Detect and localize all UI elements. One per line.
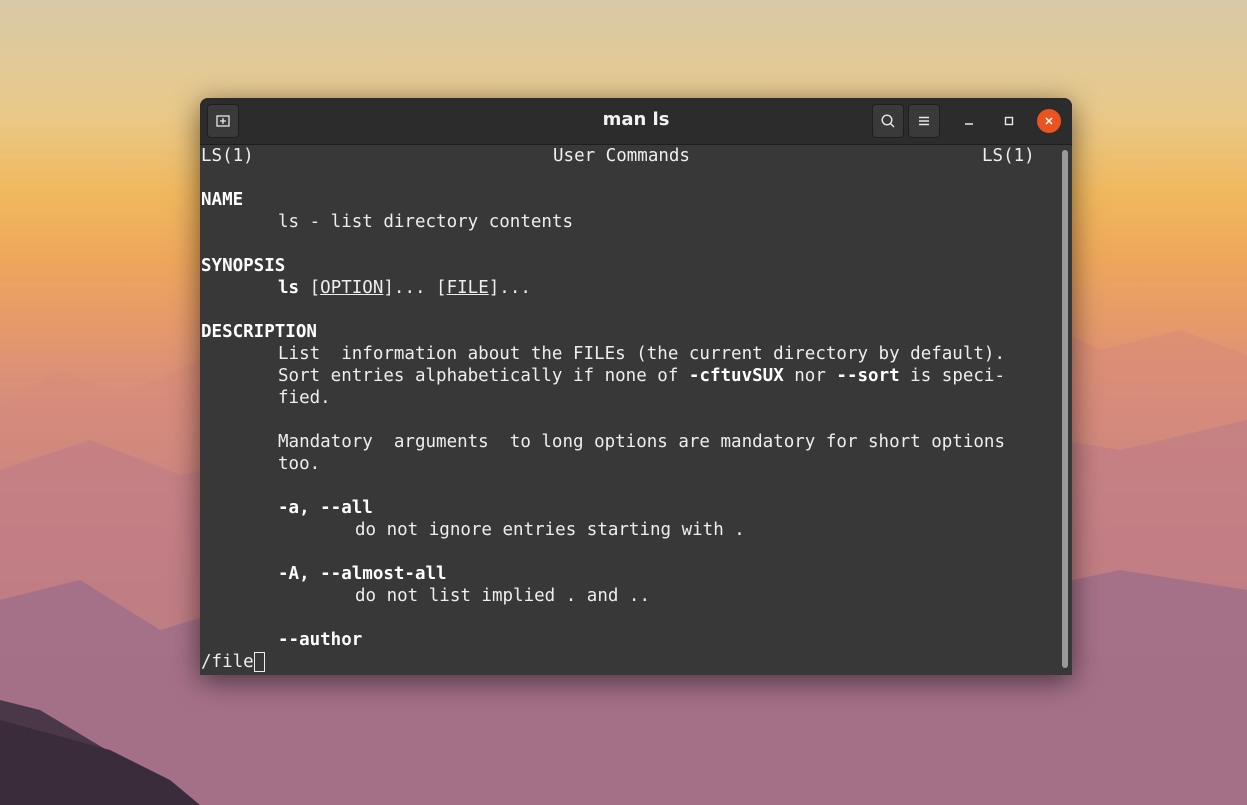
terminal-window: man ls LS(1) User Commands LS(1) NAME ls… [200, 98, 1072, 675]
section-heading-name: NAME [201, 190, 244, 210]
option-flag: --author [278, 630, 363, 650]
text-cursor [253, 652, 265, 672]
scrollbar[interactable] [1062, 150, 1068, 668]
description-line-4: Mandatory arguments to long options are … [278, 432, 1005, 452]
name-text: ls - list directory contents [278, 212, 574, 232]
description-line-2: Sort entries alphabetically if none of -… [278, 365, 1005, 387]
minimize-button[interactable] [957, 109, 981, 133]
maximize-icon [1004, 116, 1014, 126]
section-heading-description: DESCRIPTION [201, 322, 317, 342]
synopsis-middle: ]... [ [383, 278, 447, 298]
option-flag: -A, --almost-all [278, 564, 447, 584]
synopsis-end: ]... [488, 278, 531, 298]
search-icon [881, 114, 895, 128]
flag-sort: --sort [836, 366, 900, 386]
synopsis-file: FILE [446, 278, 489, 298]
search-button[interactable] [872, 104, 904, 138]
menu-button[interactable] [908, 104, 940, 138]
option-description: do not list implied . and .. [355, 586, 651, 606]
window-title: man ls [602, 109, 670, 130]
option-flag: -a, --all [278, 498, 373, 518]
terminal-content[interactable]: LS(1) User Commands LS(1) NAME ls - list… [200, 145, 1060, 675]
minimize-icon [965, 123, 973, 125]
search-prompt-text: /file [201, 652, 254, 672]
synopsis-option: OPTION [320, 278, 384, 298]
hamburger-menu-icon [919, 116, 929, 126]
flag-cftuvsux: -cftuvSUX [688, 366, 784, 386]
description-line-1: List information about the FILEs (the cu… [278, 344, 1005, 364]
description-text: is speci- [899, 366, 1005, 386]
description-text: Sort entries alphabetically if none of [278, 366, 689, 386]
close-icon [1045, 117, 1053, 125]
description-line-5: too. [278, 454, 321, 474]
man-header-left: LS(1) [201, 146, 254, 166]
option-description: do not ignore entries starting with . [355, 520, 745, 540]
search-prompt[interactable]: /file [201, 651, 265, 673]
man-header-center: User Commands [553, 146, 690, 166]
titlebar: man ls [200, 98, 1072, 145]
maximize-button[interactable] [997, 109, 1021, 133]
section-heading-synopsis: SYNOPSIS [201, 256, 286, 276]
close-button[interactable] [1037, 109, 1061, 133]
man-header-right: LS(1) [982, 146, 1035, 166]
description-line-3: fied. [278, 388, 331, 408]
synopsis-command: ls [278, 278, 300, 298]
synopsis-bracket-open: [ [299, 278, 321, 298]
synopsis-line: ls [OPTION]... [FILE]... [278, 277, 531, 299]
description-text: nor [783, 366, 837, 386]
